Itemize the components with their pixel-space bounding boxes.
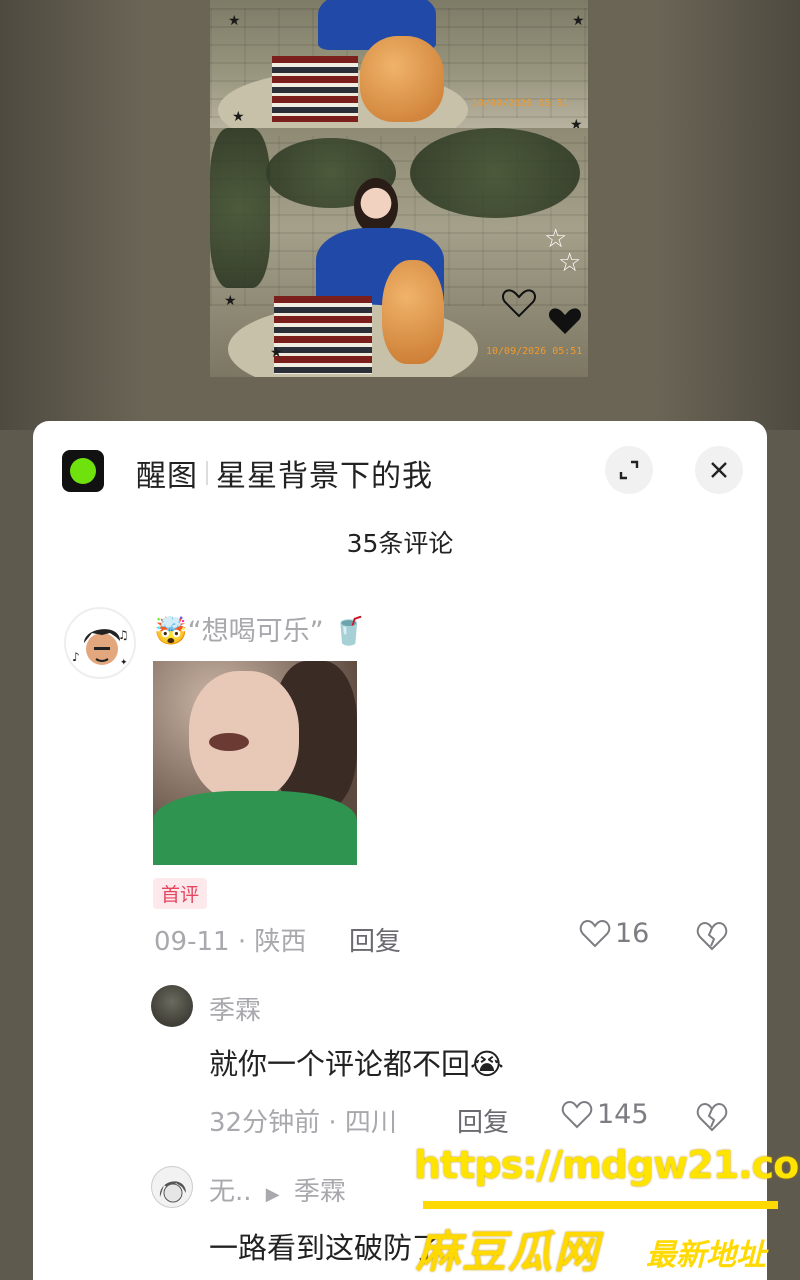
comment-meta: 09-11 · 陕西 <box>154 927 307 957</box>
heart-outline-icon <box>502 289 536 318</box>
reply-meta: 32分钟前 · 四川 <box>209 1108 397 1138</box>
close-button[interactable] <box>695 446 743 494</box>
app-logo[interactable] <box>62 450 104 492</box>
heart-icon <box>548 308 582 334</box>
star-icon: ★ <box>228 13 241 29</box>
book-stack <box>274 296 372 374</box>
first-comment-badge: 首评 <box>153 878 208 909</box>
star-outline-icon: ☆ <box>558 248 582 278</box>
book-stack <box>272 56 358 122</box>
svg-text:♫: ♫ <box>118 628 129 642</box>
reply-username-line[interactable]: 无.. ▶ 季霖 <box>209 1171 346 1208</box>
heart-outline-icon <box>579 919 611 947</box>
expand-button[interactable] <box>605 446 653 494</box>
star-icon: ★ <box>224 293 237 309</box>
watermark-name: 麻豆瓜网 <box>416 1227 600 1278</box>
reply-button[interactable]: 回复 <box>349 921 401 958</box>
photo-timestamp: 10/09/2026 05:51 <box>486 346 583 357</box>
expand-icon <box>619 460 639 480</box>
reply-username[interactable]: 季霖 <box>209 990 261 1027</box>
post-photo[interactable]: ★ ★ ★ ★ 10/09/2026 05:51 ☆ ☆ ★ ★ 10/09/2… <box>210 0 588 377</box>
watermark-url: https://mdgw21.com <box>414 1143 800 1187</box>
star-icon: ★ <box>232 109 245 125</box>
photo-panel-top: ★ ★ ★ ★ 10/09/2026 05:51 <box>210 0 588 150</box>
reply-text: 就你一个评论都不回😭 <box>209 1047 504 1081</box>
dislike-button[interactable] <box>695 1101 729 1133</box>
comment-image[interactable] <box>153 661 357 865</box>
svg-text:✦: ✦ <box>120 658 128 668</box>
cat <box>360 36 444 122</box>
reply-text: 一路看到这破防了 <box>209 1231 442 1265</box>
reply-button[interactable]: 回复 <box>457 1102 509 1139</box>
cat <box>382 260 444 364</box>
person-head <box>354 178 398 234</box>
svg-text:♪: ♪ <box>72 650 80 664</box>
photo-timestamp: 10/09/2026 05:51 <box>472 98 569 109</box>
sheet-header-title[interactable]: 醒图 星星背景下的我 <box>136 451 433 495</box>
heart-outline-icon <box>561 1100 593 1128</box>
avatar[interactable] <box>151 985 193 1027</box>
like-button[interactable]: 145 <box>561 1099 649 1130</box>
like-count: 145 <box>597 1099 649 1130</box>
photo-panel-bottom: ☆ ☆ ★ ★ 10/09/2026 05:51 <box>210 128 588 377</box>
avatar[interactable]: ♫ ♪ ✦ <box>64 607 136 679</box>
like-count: 16 <box>615 918 650 949</box>
close-icon <box>711 462 727 478</box>
star-icon: ★ <box>572 13 585 29</box>
avatar[interactable] <box>151 1166 193 1208</box>
app-name: 醒图 <box>136 459 198 494</box>
reply-arrow-icon: ▶ <box>265 1184 280 1205</box>
watermark-bar <box>423 1201 778 1209</box>
green-shirt <box>153 791 357 865</box>
post-title: 星星背景下的我 <box>216 459 433 494</box>
title-divider <box>206 461 208 485</box>
star-icon: ★ <box>270 345 283 361</box>
watermark-tagline: 最新地址 <box>646 1238 766 1273</box>
dislike-button[interactable] <box>695 920 729 952</box>
comment-username[interactable]: 🤯“想喝可乐” 🥤 <box>154 609 366 648</box>
comment-count: 35条评论 <box>346 529 454 558</box>
like-button[interactable]: 16 <box>579 918 649 949</box>
